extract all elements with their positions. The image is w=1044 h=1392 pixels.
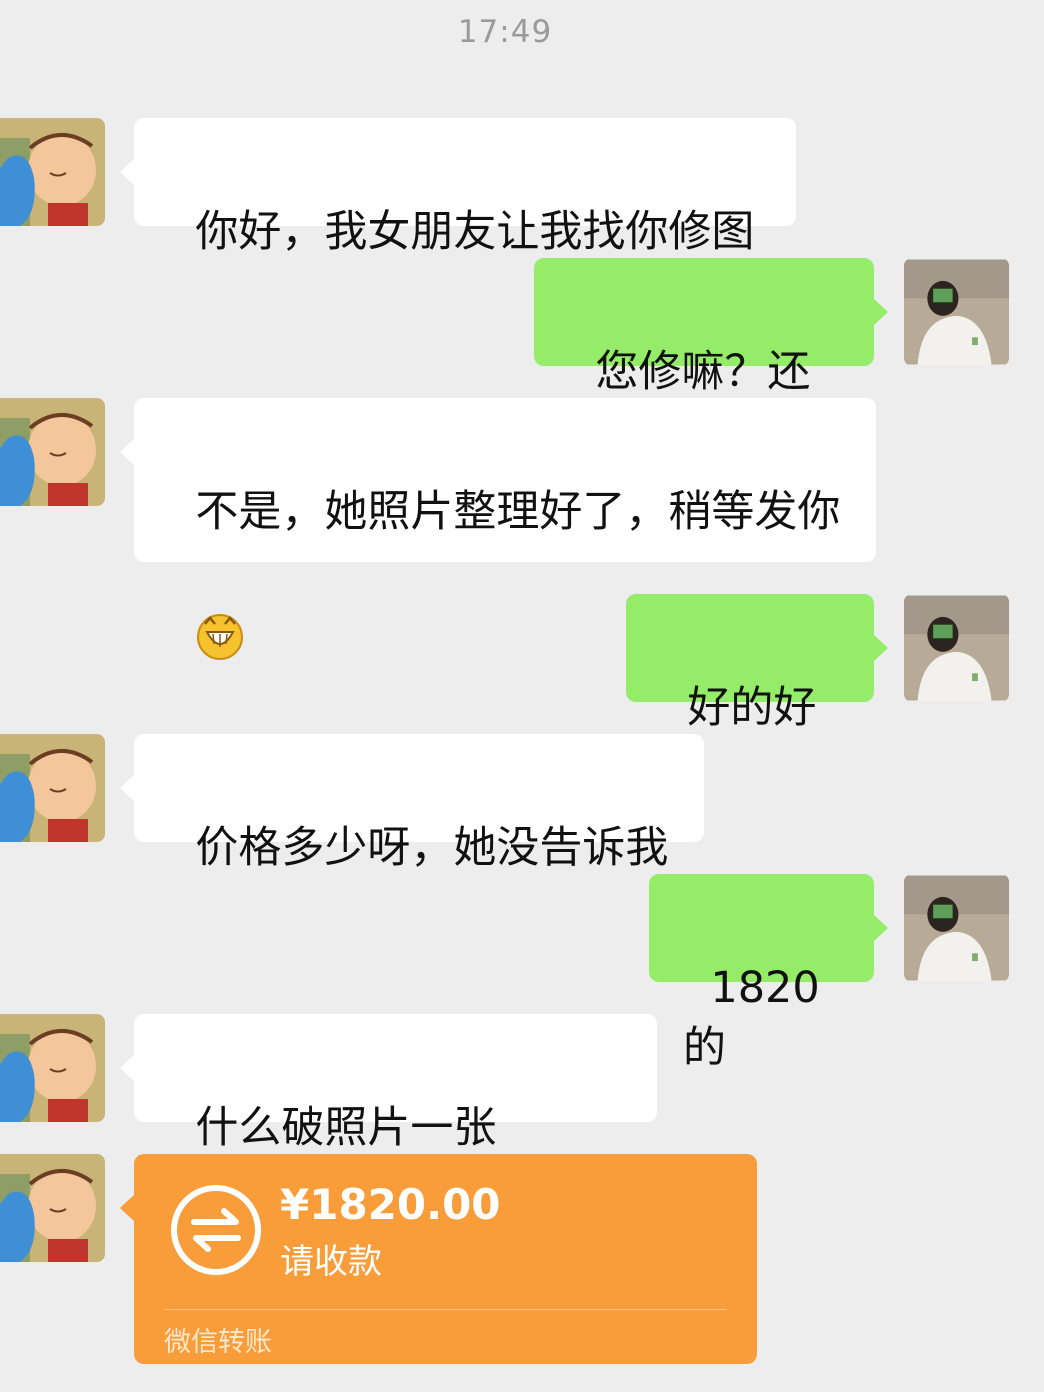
cartoon-boy-avatar-icon [0,1014,105,1122]
transfer-amount: ¥1820.00 [280,1180,501,1229]
transfer-note: 请收款 [280,1242,382,1282]
message-text: 不是，她照片整理好了，稍等发你 [195,487,841,537]
my-avatar[interactable] [904,258,1009,366]
contact-avatar[interactable] [0,398,105,506]
cartoon-boy-avatar-icon [0,398,105,506]
transfer-card[interactable]: ¥1820.00 请收款 微信转账 [120,1154,757,1364]
my-avatar[interactable] [904,594,1009,702]
message-bubble[interactable]: 你好，我女朋友让我找你修图 [120,118,796,257]
contact-avatar[interactable] [0,118,105,226]
cartoon-boy-avatar-icon [0,1154,105,1262]
my-avatar[interactable] [904,874,1009,982]
message-bubble[interactable]: 什么破照片一张 1820? [120,1014,657,1213]
contact-avatar[interactable] [0,1154,105,1262]
message-text: 1820 的 [683,963,834,1073]
message-text: 价格多少呀，她没告诉我 [195,823,669,873]
divider [164,1309,727,1310]
contact-avatar[interactable] [0,734,105,842]
message-bubble[interactable]: 1820 的 [649,874,888,1073]
user-photo-avatar-icon [904,595,1009,701]
timestamp: 17:49 [457,14,553,50]
message-bubble[interactable]: 不是，她照片整理好了，稍等发你 [120,398,876,660]
contact-avatar[interactable] [0,1014,105,1122]
cartoon-boy-avatar-icon [0,734,105,842]
cartoon-boy-avatar-icon [0,118,105,226]
message-text: 你好，我女朋友让我找你修图 [195,207,755,257]
user-photo-avatar-icon [904,875,1009,981]
message-bubble[interactable]: 价格多少呀，她没告诉我 [120,734,704,873]
user-photo-avatar-icon [904,259,1009,365]
message-bubble[interactable]: 您修嘛？还是 [534,258,888,457]
message-bubble[interactable]: 好的好的 [626,594,888,793]
transfer-arrows-icon [171,1185,261,1275]
transfer-footer-label: 微信转账 [164,1327,272,1358]
grinning-face-emoji [197,613,244,660]
